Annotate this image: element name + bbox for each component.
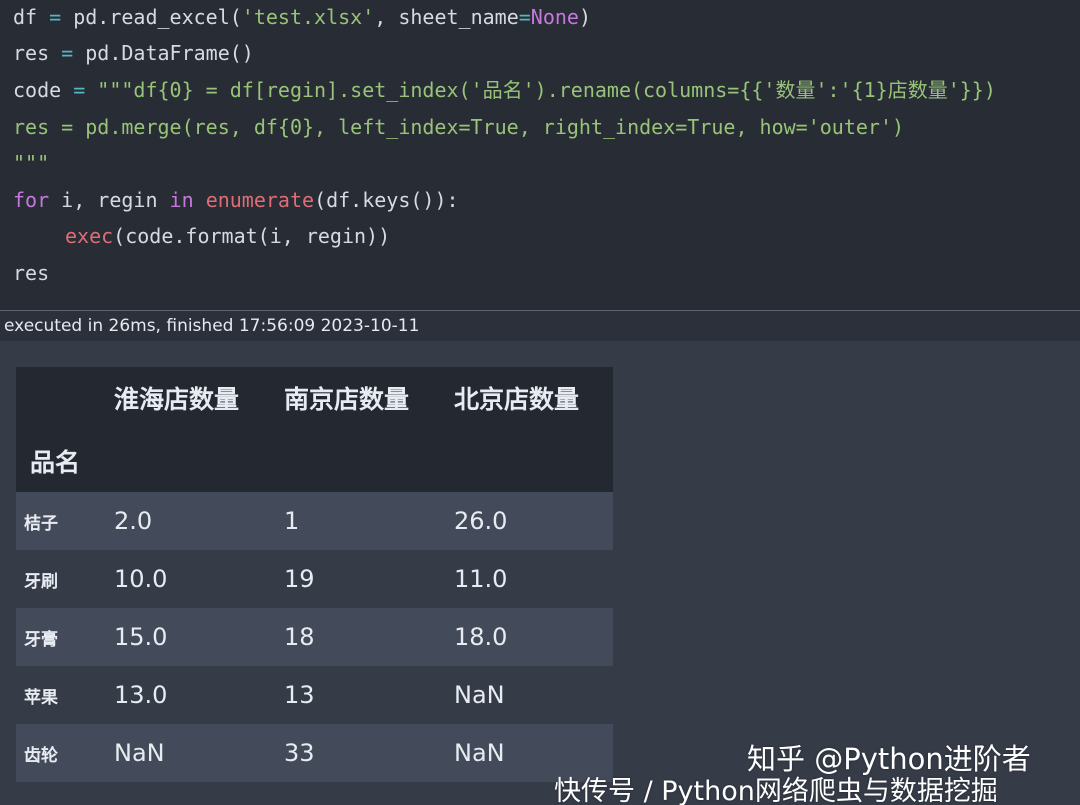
table-cell: NaN: [454, 681, 505, 709]
column-header: 南京店数量: [284, 367, 454, 429]
code-token: code: [13, 78, 62, 102]
table-row: 牙刷 10.0 19 11.0: [16, 550, 613, 608]
code-line-6: for i, regin in enumerate(df.keys()):: [13, 183, 459, 217]
row-index: 苹果: [24, 687, 58, 708]
code-function: exec: [65, 224, 114, 248]
code-operator: =: [61, 78, 98, 102]
code-keyword: for: [13, 188, 50, 212]
code-operator: =: [37, 5, 74, 29]
corner-cell: [16, 367, 114, 429]
row-index: 牙膏: [24, 629, 58, 650]
table-cell: 33: [284, 739, 315, 767]
table-cell: 18: [284, 623, 315, 651]
table-cell: 1: [284, 507, 300, 535]
code-token: res: [13, 41, 50, 65]
empty-header-cell: [114, 429, 284, 492]
code-token: (code.format(i, regin)): [113, 224, 391, 248]
code-constant: None: [530, 5, 579, 29]
row-index: 桔子: [24, 513, 58, 534]
column-header-row: 淮海店数量 南京店数量 北京店数量: [16, 367, 613, 429]
table-cell: NaN: [114, 739, 165, 767]
column-header: 北京店数量: [454, 367, 613, 429]
table-cell: 15.0: [114, 623, 168, 651]
row-index: 牙刷: [24, 571, 58, 592]
code-token: pd.DataFrame(): [85, 41, 254, 65]
code-token: df: [13, 5, 38, 29]
code-token: res: [13, 261, 50, 285]
table-cell: 11.0: [454, 565, 508, 593]
table-row: 桔子 2.0 1 26.0: [16, 492, 613, 550]
table-cell: 13: [284, 681, 315, 709]
table-cell: 13.0: [114, 681, 168, 709]
table-cell: 19: [284, 565, 315, 593]
column-header: 淮海店数量: [114, 367, 284, 429]
dataframe-table: 淮海店数量 南京店数量 北京店数量 品名 桔子 2.0 1 26.0 牙刷 10…: [16, 367, 613, 782]
code-line-3: code = """df{0} = df[regin].set_index('品…: [13, 73, 996, 107]
code-line-5: """: [13, 146, 49, 180]
code-line-8: res: [13, 256, 49, 290]
table-cell: 10.0: [114, 565, 168, 593]
code-string: res = pd.merge(res, df{0}, left_index=Tr…: [13, 115, 905, 139]
code-cell[interactable]: df = pd.read_excel('test.xlsx', sheet_na…: [0, 0, 1080, 310]
code-operator: =: [518, 5, 531, 29]
table-row: 齿轮 NaN 33 NaN: [16, 724, 613, 782]
table-cell: 26.0: [454, 507, 508, 535]
code-token: i, regin: [49, 188, 170, 212]
notebook-page: df = pd.read_excel('test.xlsx', sheet_na…: [0, 0, 1080, 805]
code-token: pd.read_excel(: [73, 5, 242, 29]
table-row: 牙膏 15.0 18 18.0: [16, 608, 613, 666]
code-string: 'test.xlsx': [241, 5, 375, 29]
code-string: """df{0} = df[regin].set_index('品名').ren…: [97, 78, 996, 102]
empty-header-cell: [454, 429, 613, 492]
code-line-2: res = pd.DataFrame(): [13, 36, 254, 70]
table-cell: 18.0: [454, 623, 508, 651]
code-line-1: df = pd.read_excel('test.xlsx', sheet_na…: [13, 0, 591, 34]
execution-status: executed in 26ms, finished 17:56:09 2023…: [0, 310, 1080, 341]
code-line-4: res = pd.merge(res, df{0}, left_index=Tr…: [13, 110, 904, 144]
table-cell: 2.0: [114, 507, 153, 535]
row-index: 齿轮: [24, 745, 58, 766]
code-string: """: [13, 151, 50, 175]
empty-header-cell: [284, 429, 454, 492]
code-operator: =: [49, 41, 86, 65]
table-row: 苹果 13.0 13 NaN: [16, 666, 613, 724]
code-token: , sheet_name: [374, 5, 519, 29]
code-token: (df.keys()):: [314, 188, 459, 212]
code-keyword: in: [169, 188, 194, 212]
code-function: enumerate: [205, 188, 315, 212]
index-name-row: 品名: [16, 429, 613, 492]
code-line-7: exec(code.format(i, regin)): [13, 219, 390, 253]
code-token: ): [578, 5, 592, 29]
watermark-source: 快传号 / Python网络爬虫与数据挖掘: [554, 776, 998, 805]
index-name: 品名: [16, 429, 114, 492]
